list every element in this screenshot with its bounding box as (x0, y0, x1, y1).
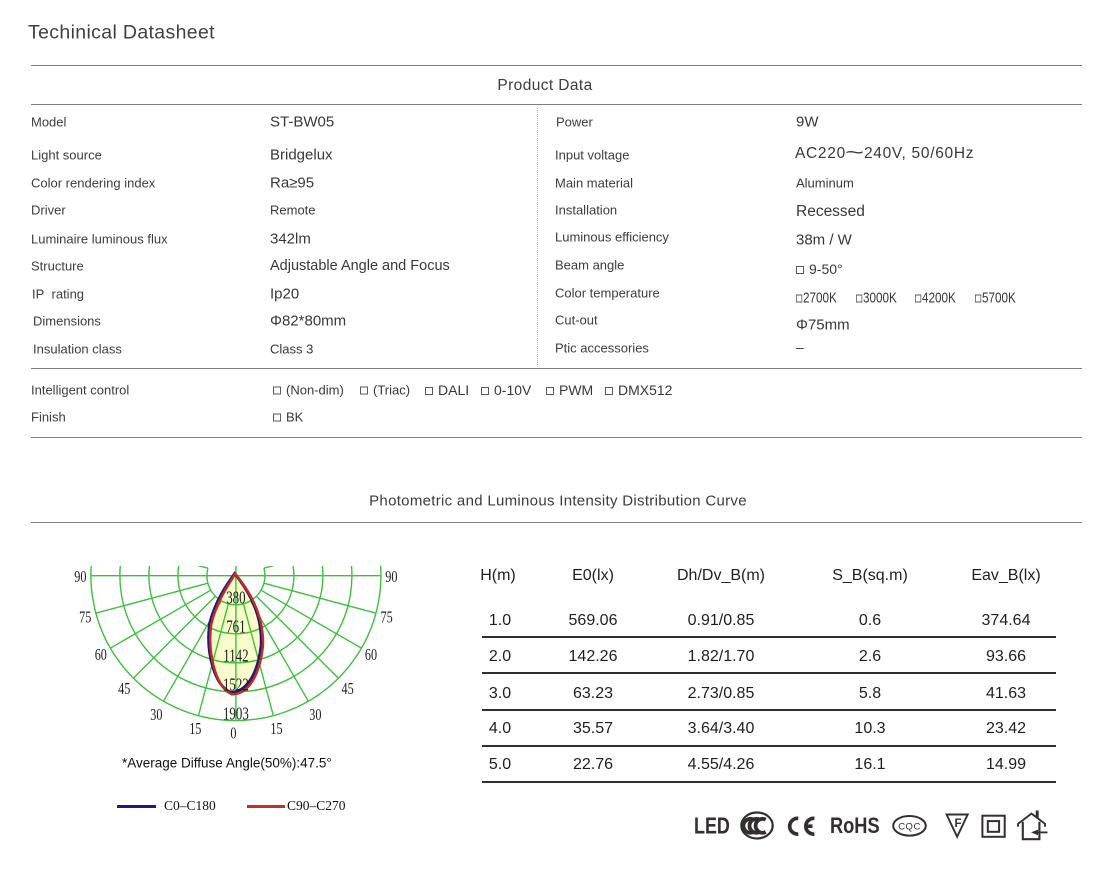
svg-text:30: 30 (150, 706, 162, 724)
svg-text:F: F (954, 818, 961, 830)
svg-text:75: 75 (381, 609, 393, 627)
svg-text:60: 60 (95, 647, 107, 665)
svg-text:761: 761 (226, 618, 245, 637)
svg-text:15: 15 (270, 720, 282, 738)
svg-text:30: 30 (309, 706, 321, 724)
svg-text:380: 380 (226, 589, 246, 608)
svg-text:45: 45 (118, 680, 130, 698)
svg-text:60: 60 (365, 647, 377, 665)
svg-text:90: 90 (385, 569, 397, 587)
svg-text:15: 15 (189, 720, 201, 738)
svg-text:1522: 1522 (223, 676, 249, 695)
svg-text:1142: 1142 (223, 647, 248, 666)
svg-text:75: 75 (79, 609, 91, 627)
svg-text:0: 0 (230, 725, 236, 743)
svg-text:CQC: CQC (898, 821, 921, 832)
svg-text:45: 45 (342, 680, 354, 698)
svg-text:1903: 1903 (223, 705, 249, 724)
svg-text:90: 90 (74, 569, 86, 587)
